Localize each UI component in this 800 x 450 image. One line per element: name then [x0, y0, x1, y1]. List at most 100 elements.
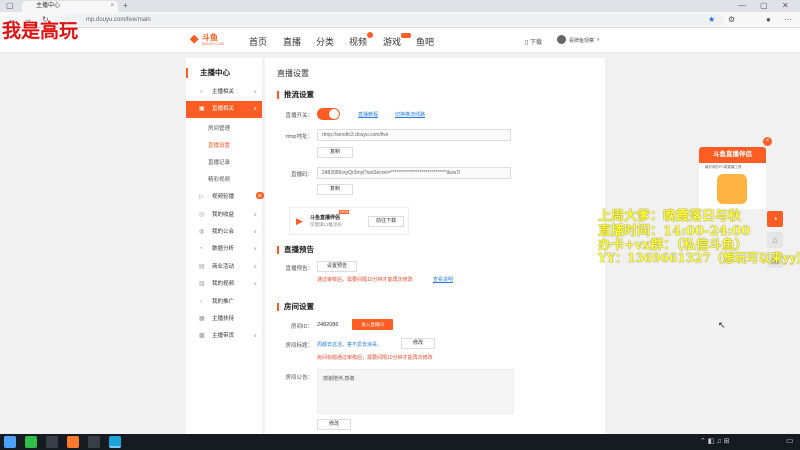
copy-code-button[interactable]: 复制 [317, 184, 353, 195]
minimize-icon[interactable]: — [738, 0, 746, 12]
sidebar-item-my-videos[interactable]: ▥ 我的视频 ∨ [186, 276, 262, 293]
sidebar-item-promotion[interactable]: ♁ 我的推广 [186, 294, 262, 311]
stream-code-value: 2482086rsyQr3myl?wsSecret=**************… [322, 170, 461, 176]
browser-tab[interactable]: 主播中心 × [22, 1, 118, 12]
profile-icon[interactable]: ● [766, 14, 771, 26]
chevron-down-icon[interactable]: ▾ [597, 37, 600, 43]
taskbar: ⌃ ◧ ♫ ⊞ ▭ [0, 434, 800, 450]
sidebar-item-support[interactable]: ▦ 主播扶持 [186, 311, 262, 328]
close-tab-icon[interactable]: × [110, 1, 114, 12]
new-tab-icon[interactable]: + [123, 0, 128, 12]
stream-code-input[interactable]: 2482086rsyQr3myl?wsSecret=**************… [317, 167, 511, 179]
section-preview: 直播预告 [277, 246, 314, 254]
sidebar-item-guild[interactable]: ◍ 我的公会 ∨ [186, 224, 262, 241]
sidebar-item-commerce[interactable]: ▩ 主播带货 ∨ [186, 328, 262, 345]
stream-code-label: 直播码： [290, 172, 313, 178]
edge-icon[interactable] [109, 436, 121, 448]
sidebar-sub-live-settings[interactable]: 直播设置 [208, 141, 230, 149]
copy-rtmp-button[interactable]: 复制 [317, 147, 353, 158]
avatar[interactable] [557, 35, 566, 44]
wallet-icon: ◎ [199, 212, 205, 218]
play-icon: ▶ [296, 216, 303, 226]
preview-info-link[interactable]: 查看说明 [433, 276, 453, 283]
sidebar-label: 主播扶持 [212, 316, 235, 322]
douyu-logo[interactable]: ◆ 斗鱼 DOUYU.COM [190, 32, 224, 49]
ad-title: 斗鱼直播伴侣 [699, 147, 766, 163]
switch-line-link[interactable]: 切换推流线路 [395, 111, 425, 118]
enter-room-button[interactable]: 进入直播间 [352, 319, 393, 330]
companion-download-button[interactable]: 前往下载 [368, 216, 404, 227]
chevron-down-icon: ∨ [253, 229, 257, 235]
sidebar-title: 主播中心 [186, 68, 230, 78]
video-badge [367, 32, 373, 38]
film-icon: ▥ [199, 281, 205, 287]
sidebar-sub-room-manage[interactable]: 房间管理 [208, 124, 230, 132]
sidebar-label: 我的视频 [212, 281, 235, 287]
tab-title: 主播中心 [36, 3, 61, 9]
nav-category[interactable]: 分类 [316, 35, 334, 48]
window-icon[interactable]: ▢ [6, 0, 14, 12]
home-float-icon[interactable]: ⌂ [767, 232, 783, 248]
rtmp-label: rtmp地址： [285, 134, 313, 140]
browser-tabbar: ▢ 主播中心 × + — ▢ ✕ [0, 0, 800, 12]
room-notice-label: 房间公告： [285, 375, 313, 381]
sidebar-item-live[interactable]: ▣ 直播相关 ∧ [186, 101, 262, 118]
set-preview-button[interactable]: 设置预告 [317, 261, 357, 272]
sidebar-label: 我的推广 [212, 299, 235, 305]
floating-ad[interactable]: 斗鱼直播伴侣 最好用的PC端直播工具 [699, 147, 766, 209]
download-link[interactable]: ▯ 下载 [525, 37, 542, 46]
more-icon[interactable]: ⋯ [784, 14, 792, 26]
notification-icon[interactable]: ▭ [786, 436, 794, 445]
favorite-icon[interactable]: ★ [708, 14, 715, 26]
companion-desc: 仅需填12推流码 [310, 222, 343, 227]
chevron-down-icon: ∨ [253, 264, 257, 270]
nav-home[interactable]: 首页 [249, 35, 267, 48]
room-notice-textarea[interactable]: 感谢陪伴,感谢. [317, 369, 514, 414]
username[interactable]: 看牌鱼观察 [569, 37, 594, 44]
sidebar-label: 商业活动 [212, 264, 235, 270]
url-text: mp.douyu.com/live/main [86, 17, 151, 23]
firefox-icon[interactable] [67, 436, 79, 448]
maximize-icon[interactable]: ▢ [760, 0, 768, 12]
sidebar-item-income[interactable]: ◎ 我的收益 ∨ [186, 207, 262, 224]
main-content: 直播设置 推流设置 直播开关： 直播教程 切换推流线路 rtmp地址： rtmp… [265, 58, 605, 434]
nav-fishbar[interactable]: 鱼吧 [416, 35, 434, 48]
nav-live[interactable]: 直播 [283, 35, 301, 48]
sidebar-item-analytics[interactable]: ◔ 数据分析 ∨ [186, 241, 262, 258]
wechat-icon[interactable] [25, 436, 37, 448]
briefcase-icon: ▤ [199, 264, 205, 270]
nav-video[interactable]: 视频 [349, 35, 367, 48]
clock-app-icon[interactable] [88, 436, 100, 448]
sidebar-label: 主播带货 [212, 333, 235, 339]
tray-icons[interactable]: ⌃ ◧ ♫ ⊞ [700, 437, 729, 445]
play-float-icon[interactable]: ◔ [767, 211, 783, 227]
live-toggle[interactable] [317, 108, 340, 120]
sidebar-label: 数据分析 [212, 246, 235, 252]
extensions-icon[interactable]: ⚙ [728, 14, 735, 26]
overlay-streamer-name: 我是高玩 [2, 20, 79, 42]
modify-notice-button[interactable]: 修改 [317, 419, 351, 430]
sidebar-item-business[interactable]: ▤ 商业活动 ∨ [186, 259, 262, 276]
sidebar-sub-highlights[interactable]: 精彩视频 [208, 175, 230, 183]
live-tutorial-link[interactable]: 直播教程 [358, 111, 378, 118]
sidebar-item-anchor[interactable]: ♁ 主播相关 ∨ [186, 84, 262, 101]
sidebar-label: 主播相关 [212, 89, 235, 95]
app-icon[interactable] [46, 436, 58, 448]
nav-game[interactable]: 游戏 [383, 35, 401, 48]
room-title-value: 周都去这活，答不爱去浪哥。 [317, 342, 383, 348]
rtmp-input[interactable]: rtmp://sendtc3.douyu.com/live [317, 129, 511, 141]
chevron-down-icon: ∨ [253, 89, 257, 95]
modify-title-button[interactable]: 修改 [401, 338, 435, 349]
room-notice-value: 感谢陪伴,感谢. [323, 376, 356, 382]
close-ad-icon[interactable]: × [763, 137, 772, 146]
section-room: 房间设置 [277, 303, 314, 311]
companion-card: ▶ 斗鱼直播伴侣 NEW 仅需填12推流码 前往下载 [289, 207, 409, 235]
room-id-value: 2482086 [317, 322, 339, 328]
sidebar-label: 我的公会 [212, 229, 235, 235]
url-input[interactable]: mp.douyu.com/live/main [64, 14, 724, 26]
promo-icon: ♁ [199, 299, 204, 305]
sidebar-item-video-carousel[interactable]: ▷ 视频轮播 新 [186, 189, 264, 206]
windows-start-icon[interactable] [4, 436, 16, 448]
sidebar-sub-live-records[interactable]: 直播记录 [208, 158, 230, 166]
close-window-icon[interactable]: ✕ [782, 0, 789, 12]
